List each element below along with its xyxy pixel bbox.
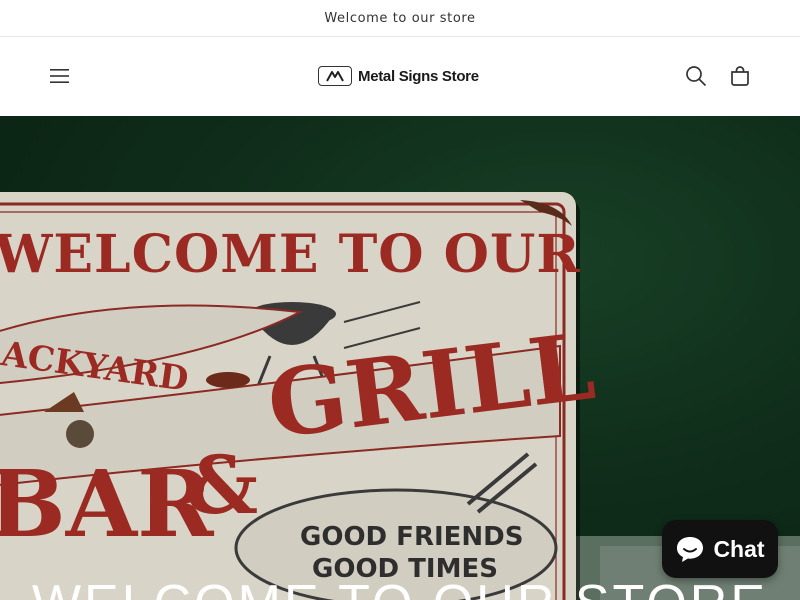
chat-label: Chat — [713, 535, 765, 562]
chat-button[interactable]: Chat — [662, 520, 778, 578]
cart-button[interactable] — [722, 58, 758, 94]
announcement-text: Welcome to our store — [324, 10, 476, 26]
menu-button[interactable] — [42, 58, 78, 94]
search-icon — [686, 66, 707, 87]
sign-tagline-1: GOOD FRIENDS — [300, 522, 524, 552]
chat-bubble-icon — [677, 537, 704, 562]
hero-caption: WELCOME TO OUR STORE — [0, 578, 800, 600]
sign-word-bar: BAR — [0, 450, 214, 558]
sign-title: WELCOME TO OUR — [0, 224, 581, 285]
logo-mark-icon — [318, 66, 352, 86]
sign-ampersand: & — [186, 438, 259, 532]
logo-text: Metal Signs Store — [358, 67, 479, 85]
store-logo[interactable]: Metal Signs Store — [318, 64, 479, 88]
site-header: Metal Signs Store — [0, 38, 800, 116]
announcement-bar: Welcome to our store — [0, 0, 800, 37]
search-button[interactable] — [678, 58, 714, 94]
cart-icon — [731, 66, 749, 86]
hamburger-menu-icon — [50, 69, 69, 83]
